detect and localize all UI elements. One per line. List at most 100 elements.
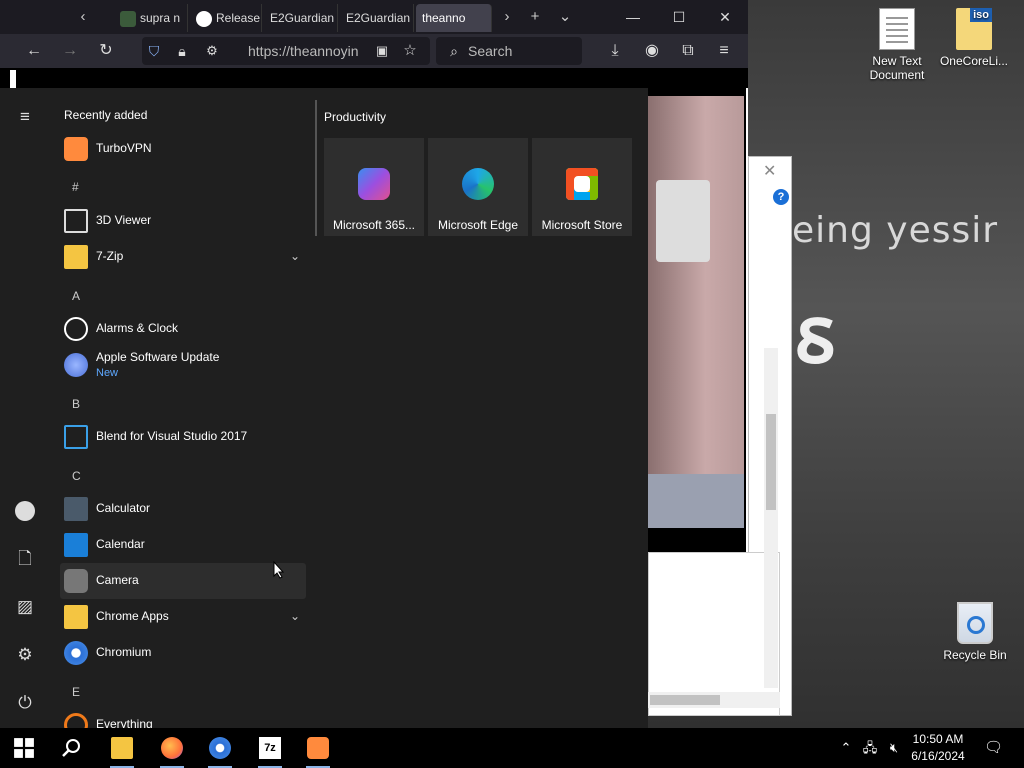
chromium-icon bbox=[209, 737, 231, 759]
app-3d-viewer[interactable]: 3D Viewer bbox=[60, 203, 306, 239]
app-everything[interactable]: Everything bbox=[60, 707, 306, 728]
text-document-icon bbox=[879, 8, 915, 50]
chevron-down-icon: ⌄ bbox=[289, 609, 300, 623]
search-input[interactable]: ⌕ Search bbox=[436, 37, 582, 65]
tab-scroll-right-icon[interactable]: › bbox=[496, 6, 518, 28]
browser-window: ‹ supra n Release E2Guardian E2Guardian … bbox=[0, 0, 748, 88]
vertical-scrollbar[interactable] bbox=[764, 348, 778, 688]
letter-header[interactable]: E bbox=[72, 685, 80, 699]
app-chromium[interactable]: Chromium bbox=[60, 635, 306, 671]
forward-icon[interactable]: → bbox=[58, 39, 82, 63]
cube-icon bbox=[64, 209, 88, 233]
app-calculator[interactable]: Calculator bbox=[60, 491, 306, 527]
app-7zip[interactable]: 7-Zip ⌄ bbox=[60, 239, 306, 275]
list-tabs-icon[interactable]: ⌄ bbox=[554, 6, 576, 28]
tile-microsoft-365[interactable]: Microsoft 365... bbox=[324, 138, 424, 236]
reload-icon[interactable]: ↻ bbox=[94, 39, 118, 63]
tab-e2guardian-1[interactable]: E2Guardian bbox=[264, 4, 338, 32]
lock-icon[interactable]: 🔒︎ bbox=[170, 39, 194, 63]
letter-header[interactable]: C bbox=[72, 469, 81, 483]
downloads-icon[interactable]: ⤓ bbox=[603, 39, 627, 63]
maximize-icon[interactable]: ☐ bbox=[656, 4, 702, 30]
volume-muted-icon[interactable]: 🔇︎ bbox=[886, 739, 902, 757]
app-alarms-clock[interactable]: Alarms & Clock bbox=[60, 311, 306, 347]
bookmark-star-icon[interactable]: ☆ bbox=[398, 39, 422, 63]
taskbar-turbovpn[interactable] bbox=[294, 728, 342, 768]
nav-toolbar: ← → ↻ ⛉ 🔒︎ ⚙ https://theannoyin ▣ ☆ ⌕ Se… bbox=[0, 34, 748, 68]
url-bar[interactable]: ⛉ 🔒︎ ⚙ https://theannoyin ▣ ☆ bbox=[142, 37, 430, 65]
clock-icon bbox=[64, 317, 88, 341]
taskbar-firefox[interactable] bbox=[148, 728, 196, 768]
app-blend-visual-studio[interactable]: Blend for Visual Studio 2017 bbox=[60, 419, 306, 455]
extensions-icon[interactable]: ⧉ bbox=[676, 39, 700, 63]
chromium-icon bbox=[64, 641, 88, 665]
taskbar: 7z ⌃ 🖧︎ 🔇︎ 10:50 AM 6/16/2024 🗨︎ bbox=[0, 728, 1024, 768]
horizontal-scrollbar[interactable] bbox=[648, 692, 780, 708]
new-badge: New bbox=[96, 367, 119, 379]
window-close-icon[interactable]: ✕ bbox=[702, 4, 748, 30]
hamburger-menu-icon[interactable]: ≡ bbox=[8, 100, 42, 134]
folder-icon: iso bbox=[956, 8, 992, 50]
help-icon[interactable]: ? bbox=[773, 189, 789, 205]
taskbar-file-explorer[interactable] bbox=[98, 728, 146, 768]
app-turbovpn[interactable]: TurboVPN bbox=[60, 131, 306, 167]
taskbar-chromium[interactable] bbox=[196, 728, 244, 768]
pictures-icon[interactable]: ▨ bbox=[8, 590, 42, 624]
page-content-strip bbox=[0, 68, 748, 88]
start-button[interactable] bbox=[0, 728, 48, 768]
app-chrome-apps[interactable]: Chrome Apps ⌄ bbox=[60, 599, 306, 635]
calendar-icon bbox=[64, 533, 88, 557]
recently-added-title: Recently added bbox=[64, 108, 148, 122]
tab-release[interactable]: Release bbox=[190, 4, 262, 32]
7zip-icon: 7z bbox=[259, 737, 281, 759]
clock-date: 6/16/2024 bbox=[911, 749, 965, 763]
letter-header[interactable]: # bbox=[72, 180, 79, 194]
letter-header[interactable]: A bbox=[72, 289, 80, 303]
url-text: https://theannoyin bbox=[248, 43, 359, 59]
tab-scroll-left-icon[interactable]: ‹ bbox=[72, 6, 94, 28]
settings-gear-icon[interactable]: ⚙ bbox=[8, 638, 42, 672]
taskbar-7zip[interactable]: 7z bbox=[246, 728, 294, 768]
windows-logo-icon bbox=[14, 738, 34, 758]
app-camera[interactable]: Camera bbox=[60, 563, 306, 599]
picture-in-picture-icon[interactable]: ▣ bbox=[370, 39, 394, 63]
notifications-icon[interactable]: 🗨︎ bbox=[984, 739, 1003, 757]
new-tab-icon[interactable]: + bbox=[524, 6, 546, 28]
camera-icon bbox=[64, 569, 88, 593]
user-avatar-icon[interactable] bbox=[8, 494, 42, 528]
tile-microsoft-store[interactable]: Microsoft Store bbox=[532, 138, 632, 236]
network-icon[interactable]: 🖧︎ bbox=[862, 739, 878, 757]
search-button[interactable] bbox=[48, 728, 96, 768]
recycle-bin-icon bbox=[957, 602, 993, 644]
app-calendar[interactable]: Calendar bbox=[60, 527, 306, 563]
video-preview bbox=[648, 88, 748, 552]
menu-icon[interactable]: ≡ bbox=[712, 39, 736, 63]
permissions-icon[interactable]: ⚙ bbox=[200, 39, 224, 63]
start-menu: ≡ 🗋︎ ▨ ⚙ ⏻ Recently added TurboVPN # 3D … bbox=[0, 88, 648, 728]
chevron-down-icon: ⌄ bbox=[289, 249, 300, 263]
back-icon[interactable]: ← bbox=[22, 39, 46, 63]
documents-icon[interactable]: 🗋︎ bbox=[8, 542, 42, 576]
desktop-icon-onecoreli[interactable]: iso OneCoreLi... bbox=[936, 8, 1012, 68]
tab-theannoyingsite[interactable]: theanno bbox=[416, 4, 492, 32]
minimize-icon[interactable]: — bbox=[610, 4, 656, 30]
letter-header[interactable]: B bbox=[72, 397, 80, 411]
tile-microsoft-edge[interactable]: Microsoft Edge bbox=[428, 138, 528, 236]
power-icon[interactable]: ⏻ bbox=[8, 686, 42, 720]
desktop-icon-new-text-document[interactable]: New Text Document bbox=[859, 8, 935, 82]
app-apple-software-update[interactable]: Apple Software Update New bbox=[60, 347, 306, 383]
shield-icon[interactable]: ⛉ bbox=[142, 39, 166, 63]
desktop-icon-recycle-bin[interactable]: Recycle Bin bbox=[937, 602, 1013, 662]
folder-icon bbox=[64, 245, 88, 269]
tab-supra[interactable]: supra n bbox=[114, 4, 188, 32]
wallpaper-glyph: ꟙ bbox=[795, 288, 836, 381]
close-icon[interactable]: ✕ bbox=[763, 161, 776, 181]
account-icon[interactable]: ◉ bbox=[640, 39, 664, 63]
system-clock[interactable]: 10:50 AM 6/16/2024 bbox=[906, 731, 970, 765]
turbovpn-icon bbox=[64, 137, 88, 161]
show-hidden-icons-icon[interactable]: ⌃ bbox=[838, 739, 854, 757]
start-divider bbox=[315, 100, 317, 236]
iso-badge: iso bbox=[970, 8, 992, 22]
tab-e2guardian-2[interactable]: E2Guardian bbox=[340, 4, 414, 32]
microsoft-365-icon bbox=[358, 168, 390, 200]
